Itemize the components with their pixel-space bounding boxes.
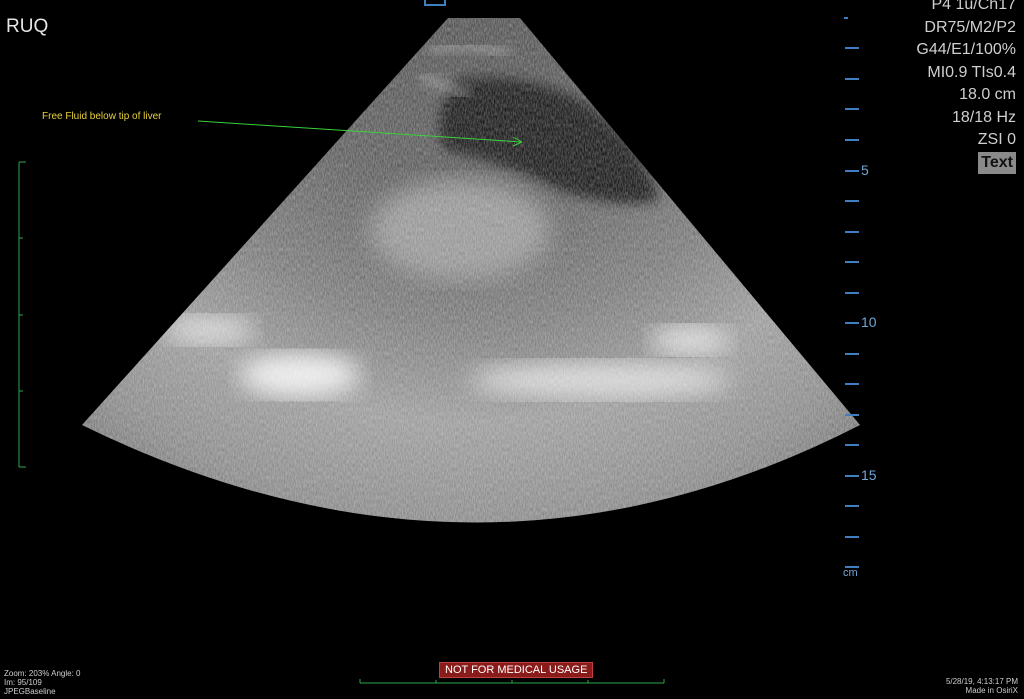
param-mi-tis: MI0.9 TIs0.4 [927, 63, 1016, 81]
depth-label-15: 15 [861, 467, 877, 483]
depth-scale [844, 17, 859, 568]
annotation-text: Free Fluid below tip of liver [42, 111, 162, 122]
param-gain: G44/E1/100% [916, 41, 1016, 58]
param-zsi: ZSI 0 [977, 131, 1016, 148]
warning-badge: NOT FOR MEDICAL USAGE [439, 662, 594, 678]
param-dynamic-range: DR75/M2/P2 [924, 18, 1016, 36]
param-probe: P4 1u/Ch17 [931, 0, 1016, 13]
bottom-ruler [359, 679, 665, 684]
depth-label-10: 10 [861, 314, 877, 330]
left-ruler [18, 161, 26, 468]
probe-orientation-marker [424, 0, 446, 6]
zoom-angle: Zoom: 203% Angle: 0 [4, 669, 81, 678]
ultrasound-image [18, 17, 860, 684]
timestamp: 5/28/19, 4:13:17 PM [945, 677, 1018, 686]
ultrasound-sector [82, 18, 860, 523]
made-in: Made in OsiriX [965, 686, 1018, 695]
region-label: RUQ [6, 16, 49, 37]
param-depth: 18.0 cm [959, 86, 1016, 103]
zoom-info: Zoom: 203% Angle: 0 Im: 95/109 JPEGBasel… [4, 669, 81, 696]
param-frame-rate: 18/18 Hz [951, 108, 1016, 126]
image-index: Im: 95/109 [4, 678, 42, 687]
date-info: 5/28/19, 4:13:17 PM Made in OsiriX [946, 677, 1018, 695]
parameter-panel: P4 1u/Ch17 DR75/M2/P2 G44/E1/100% MI0.9 … [916, 0, 1016, 174]
text-button[interactable]: Text [978, 151, 1016, 174]
compression: JPEGBaseline [4, 687, 56, 696]
depth-label-5: 5 [861, 162, 869, 178]
depth-unit: cm [843, 567, 858, 579]
